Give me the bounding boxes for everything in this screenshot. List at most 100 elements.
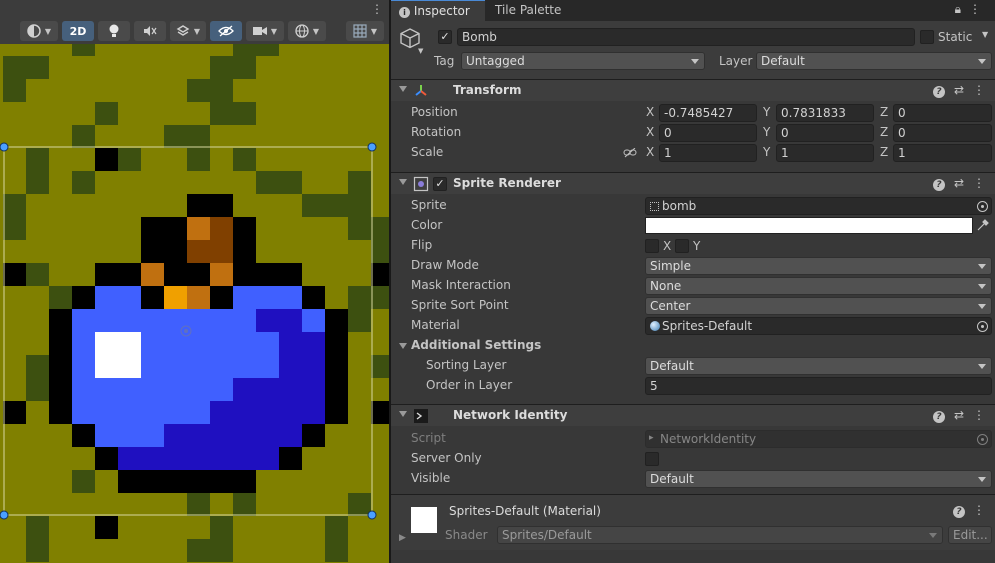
help-icon[interactable]: ? <box>933 411 945 423</box>
position-row: Position X -0.7485427 Y 0.7831833 Z 0 <box>391 103 995 123</box>
help-icon[interactable]: ? <box>953 506 965 518</box>
gizmos-button[interactable]: ▼ <box>288 21 326 41</box>
position-x-field[interactable]: -0.7485427 <box>659 104 757 122</box>
static-checkbox[interactable] <box>920 30 934 44</box>
sprite-object-field[interactable]: bomb <box>645 197 992 215</box>
scale-z-field[interactable]: 1 <box>893 144 992 162</box>
object-name-field[interactable]: Bomb <box>457 28 915 46</box>
foldout-arrow-icon[interactable] <box>399 86 407 92</box>
order-in-layer-label: Order in Layer <box>426 378 513 392</box>
rotation-y-field[interactable]: 0 <box>776 124 874 142</box>
bomb-pixel <box>141 332 164 355</box>
lighting-icon <box>109 24 119 37</box>
bomb-pixel <box>279 401 302 424</box>
preset-sliders-icon[interactable]: ⇄ <box>949 83 969 97</box>
additional-settings-row[interactable]: Additional Settings <box>391 336 995 356</box>
sprite-renderer-header[interactable]: ✓ Sprite Renderer ? ⇄ ⋮ <box>391 172 995 194</box>
preset-sliders-icon[interactable]: ⇄ <box>949 176 969 190</box>
shader-dropdown[interactable]: Sprites/Default <box>497 526 943 544</box>
bomb-pixel <box>141 240 164 263</box>
transform-header[interactable]: Transform ? ⇄ ⋮ <box>391 79 995 101</box>
static-dropdown-arrow[interactable]: ▼ <box>982 30 988 39</box>
resize-handle-top-left[interactable] <box>0 142 9 152</box>
tab-inspector[interactable]: i Inspector <box>391 0 485 21</box>
color-swatch[interactable] <box>645 217 973 234</box>
dark-tile <box>325 516 348 539</box>
help-icon[interactable]: ? <box>933 179 945 191</box>
axis-z-label: Z <box>880 105 889 119</box>
dark-tile <box>256 44 279 56</box>
rotation-x-field[interactable]: 0 <box>659 124 757 142</box>
material-object-field[interactable]: Sprites-Default <box>645 317 992 335</box>
object-picker-icon[interactable] <box>977 201 988 212</box>
active-checkbox[interactable]: ✓ <box>438 30 452 44</box>
tag-dropdown[interactable]: Untagged <box>461 52 705 70</box>
more-options-icon[interactable]: ⋮ <box>969 408 989 422</box>
layer-dropdown[interactable]: Default <box>756 52 992 70</box>
eyedropper-icon[interactable] <box>977 219 989 231</box>
grid-snap-button[interactable]: ▼ <box>346 21 384 41</box>
bomb-sprite[interactable] <box>49 194 348 493</box>
component-controls: ? ⇄ ⋮ <box>929 83 989 98</box>
draw-mode-dropdown[interactable]: Simple <box>645 257 992 275</box>
rotation-z-field[interactable]: 0 <box>893 124 992 142</box>
sorting-layer-dropdown[interactable]: Default <box>645 357 992 375</box>
sprite-renderer-title: Sprite Renderer <box>453 176 561 190</box>
effects-toggle-button[interactable]: ▼ <box>170 21 206 41</box>
bomb-pixel <box>72 378 95 401</box>
constrain-proportions-icon[interactable] <box>623 148 637 158</box>
hidden-objects-toggle-button[interactable] <box>210 21 242 41</box>
foldout-arrow-icon[interactable] <box>399 411 407 417</box>
tab-bar: i Inspector Tile Palette 🔒︎⋮ <box>391 0 995 21</box>
audio-toggle-button[interactable] <box>134 21 166 41</box>
bomb-pixel <box>233 263 256 286</box>
axis-y-label: Y <box>763 105 771 119</box>
resize-handle-top-right[interactable] <box>367 142 377 152</box>
scale-y-field[interactable]: 1 <box>776 144 874 162</box>
visible-dropdown[interactable]: Default <box>645 470 992 488</box>
server-only-checkbox[interactable] <box>645 452 659 466</box>
help-icon[interactable]: ? <box>933 86 945 98</box>
network-identity-header[interactable]: Network Identity ? ⇄ ⋮ <box>391 404 995 426</box>
bomb-pixel <box>49 401 72 424</box>
bomb-pixel <box>233 332 256 355</box>
lock-icon[interactable]: 🔒︎ <box>955 2 969 16</box>
foldout-arrow-icon[interactable]: ▶ <box>399 533 406 543</box>
sprite-sort-point-dropdown[interactable]: Center <box>645 297 992 315</box>
sprite-renderer-enabled-checkbox[interactable]: ✓ <box>433 177 447 191</box>
more-options-icon[interactable]: ⋮ <box>371 2 383 16</box>
bomb-pixel <box>256 424 279 447</box>
chevron-down-icon[interactable]: ▼ <box>418 47 423 55</box>
position-y-field[interactable]: 0.7831833 <box>776 104 874 122</box>
resize-handle-bottom-left[interactable] <box>0 510 9 520</box>
flip-x-checkbox[interactable] <box>645 239 659 253</box>
preset-sliders-icon[interactable]: ⇄ <box>949 408 969 422</box>
bomb-pixel <box>302 332 325 355</box>
lighting-toggle-button[interactable] <box>98 21 130 41</box>
scale-x-field[interactable]: 1 <box>659 144 757 162</box>
more-options-icon[interactable]: ⋮ <box>969 503 989 517</box>
more-options-icon[interactable]: ⋮ <box>969 2 989 16</box>
2d-toggle-button[interactable]: 2D <box>62 21 94 41</box>
resize-handle-bottom-right[interactable] <box>367 510 377 520</box>
foldout-arrow-icon[interactable] <box>399 343 407 349</box>
scene-view[interactable]: ⋮ ▼ 2D ▼ ▼ ▼ ▼ <box>0 0 389 563</box>
foldout-arrow-icon[interactable] <box>399 179 407 185</box>
bomb-pixel <box>302 355 325 378</box>
bomb-pixel <box>141 470 164 493</box>
bomb-pixel <box>325 378 348 401</box>
script-file-icon: ▸ <box>649 433 654 443</box>
camera-settings-button[interactable]: ▼ <box>246 21 284 41</box>
rotation-label: Rotation <box>411 125 462 139</box>
more-options-icon[interactable]: ⋮ <box>969 83 989 97</box>
order-in-layer-field[interactable]: 5 <box>645 377 992 395</box>
more-options-icon[interactable]: ⋮ <box>969 176 989 190</box>
scene-canvas[interactable] <box>0 44 389 563</box>
object-picker-icon[interactable] <box>977 321 988 332</box>
position-z-field[interactable]: 0 <box>893 104 992 122</box>
tab-tile-palette[interactable]: Tile Palette <box>487 0 569 21</box>
mask-interaction-dropdown[interactable]: None <box>645 277 992 295</box>
flip-y-checkbox[interactable] <box>675 239 689 253</box>
draw-mode-button[interactable]: ▼ <box>20 21 58 41</box>
shader-edit-button[interactable]: Edit... <box>948 526 992 544</box>
